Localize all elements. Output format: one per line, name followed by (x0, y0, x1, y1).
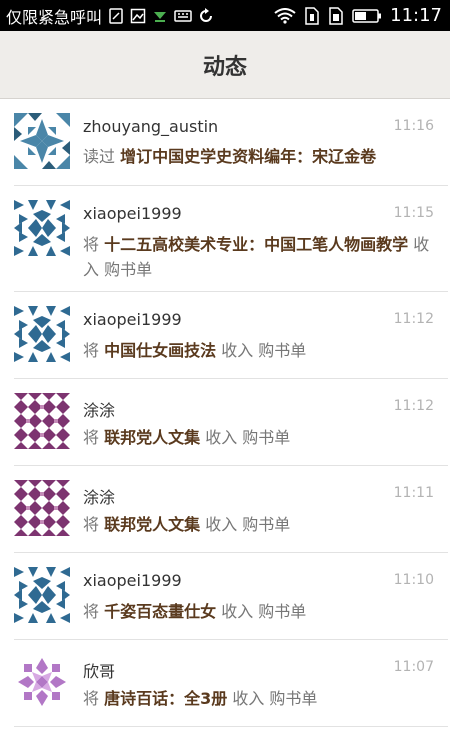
list-item[interactable]: xiaopei1999 11:12 将 中国仕女画技法 收入 购书单 (14, 292, 448, 379)
activity-verb: 将 (83, 689, 100, 708)
list-item[interactable]: xiaopei1999 11:10 将 千姿百态畫仕女 收入 购书单 (14, 553, 448, 640)
list-item[interactable]: zhouyang_austin 11:16 读过 增订中国史学史资料编年：宋辽金… (14, 99, 448, 186)
status-bar: 仅限紧急呼叫 11:17 (0, 0, 450, 31)
sim2-icon (328, 6, 344, 25)
activity-suffix: 收入 购书单 (221, 602, 307, 621)
book-title-link[interactable]: 联邦党人文集 (104, 428, 200, 447)
timestamp: 11:11 (393, 485, 434, 501)
download-icon (152, 8, 168, 24)
battery-icon (352, 8, 382, 24)
activity-verb: 将 (83, 602, 100, 621)
wifi-icon (274, 7, 296, 24)
activity-text: 将 中国仕女画技法 收入 购书单 (83, 340, 433, 362)
username[interactable]: xiaopei1999 (83, 310, 182, 329)
username[interactable]: zhouyang_austin (83, 117, 218, 136)
avatar[interactable] (14, 200, 70, 256)
avatar[interactable] (14, 480, 70, 536)
book-title-link[interactable]: 增订中国史学史资料编年：宋辽金卷 (120, 147, 376, 166)
activity-text: 将 千姿百态畫仕女 收入 购书单 (83, 601, 433, 623)
avatar[interactable] (14, 654, 70, 710)
book-title-link[interactable]: 唐诗百话：全3册 (104, 689, 227, 708)
activity-feed[interactable]: zhouyang_austin 11:16 读过 增订中国史学史资料编年：宋辽金… (0, 99, 450, 727)
list-item[interactable]: 涂涂 11:12 将 联邦党人文集 收入 购书单 (14, 379, 448, 466)
book-title-link[interactable]: 中国仕女画技法 (104, 341, 216, 360)
activity-suffix: 收入 购书单 (232, 689, 318, 708)
list-item[interactable]: xiaopei1999 11:15 将 十二五高校美术专业：中国工笔人物画教学 … (14, 186, 448, 292)
sim1-icon (304, 6, 320, 25)
activity-verb: 将 (83, 515, 100, 534)
avatar[interactable] (14, 306, 70, 362)
username[interactable]: 涂涂 (83, 484, 115, 508)
timestamp: 11:16 (393, 118, 434, 134)
keyboard-icon (174, 9, 192, 23)
carrier-label: 仅限紧急呼叫 (6, 7, 103, 27)
book-title-link[interactable]: 联邦党人文集 (104, 515, 200, 534)
username[interactable]: xiaopei1999 (83, 204, 182, 223)
sync-icon (198, 7, 214, 24)
activity-text: 将 唐诗百话：全3册 收入 购书单 (83, 688, 433, 710)
avatar[interactable] (14, 113, 70, 169)
activity-suffix: 收入 购书单 (205, 515, 291, 534)
avatar[interactable] (14, 567, 70, 623)
clock: 11:17 (390, 5, 442, 26)
timestamp: 11:15 (393, 205, 434, 221)
book-title-link[interactable]: 千姿百态畫仕女 (104, 602, 216, 621)
image-notification-icon (130, 8, 146, 24)
sim-status-icon (108, 7, 124, 24)
activity-verb: 读过 (83, 147, 116, 166)
list-item[interactable]: 欣哥 11:07 将 唐诗百话：全3册 收入 购书单 (14, 640, 448, 727)
book-title-link[interactable]: 十二五高校美术专业：中国工笔人物画教学 (104, 235, 408, 254)
activity-verb: 将 (83, 428, 100, 447)
activity-text: 将 联邦党人文集 收入 购书单 (83, 514, 433, 536)
timestamp: 11:10 (393, 572, 434, 588)
activity-suffix: 收入 购书单 (205, 428, 291, 447)
timestamp: 11:07 (393, 659, 434, 675)
username[interactable]: 涂涂 (83, 397, 115, 421)
username[interactable]: 欣哥 (83, 658, 115, 682)
timestamp: 11:12 (393, 398, 434, 414)
avatar[interactable] (14, 393, 70, 449)
activity-text: 将 十二五高校美术专业：中国工笔人物画教学 收入 购书单 (83, 232, 433, 282)
activity-verb: 将 (83, 235, 100, 254)
timestamp: 11:12 (393, 311, 434, 327)
activity-text: 读过 增订中国史学史资料编年：宋辽金卷 (83, 146, 433, 168)
activity-suffix: 收入 购书单 (221, 341, 307, 360)
activity-text: 将 联邦党人文集 收入 购书单 (83, 427, 433, 449)
page-title: 动态 (202, 54, 247, 80)
app-header: 动态 (0, 31, 450, 99)
activity-verb: 将 (83, 341, 100, 360)
username[interactable]: xiaopei1999 (83, 571, 182, 590)
list-item[interactable]: 涂涂 11:11 将 联邦党人文集 收入 购书单 (14, 466, 448, 553)
